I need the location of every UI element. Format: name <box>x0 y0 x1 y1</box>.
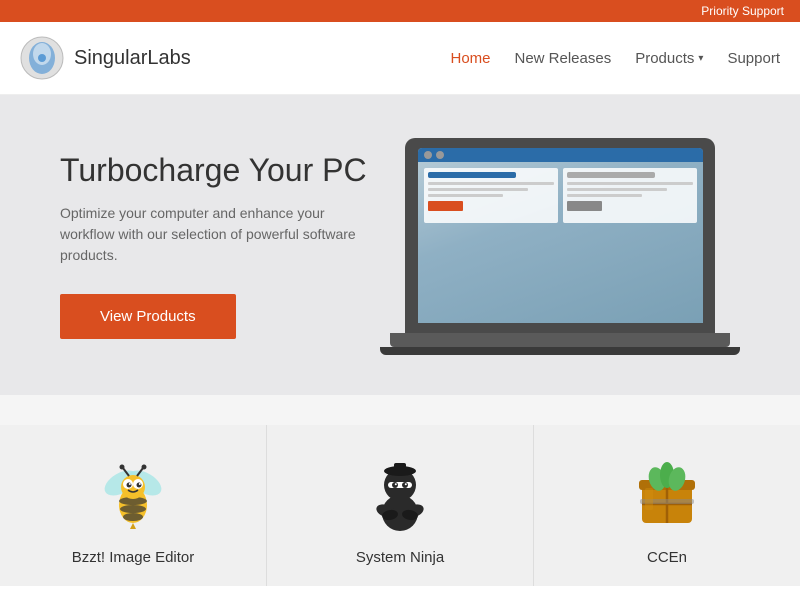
hero-content: Turbocharge Your PC Optimize your comput… <box>60 152 380 339</box>
product-card-bzzt[interactable]: Bzzt! Image Editor <box>0 425 267 586</box>
hero-laptop-image <box>380 135 740 355</box>
logo-icon <box>20 36 64 80</box>
logo-area: SingularLabs <box>20 36 450 80</box>
hero-subtitle: Optimize your computer and enhance your … <box>60 203 360 266</box>
products-grid: Bzzt! Image Editor <box>0 425 800 586</box>
product-name-system-ninja: System Ninja <box>356 549 444 566</box>
bzzt-icon <box>93 455 173 535</box>
products-section: Bzzt! Image Editor <box>0 395 800 586</box>
nav-item-support[interactable]: Support <box>727 50 780 67</box>
products-dropdown-chevron: ▾ <box>698 53 703 64</box>
logo-text: SingularLabs <box>74 47 191 70</box>
ccen-icon <box>627 455 707 535</box>
view-products-button[interactable]: View Products <box>60 294 236 339</box>
main-nav: Home New Releases Products ▾ Support <box>450 50 780 67</box>
priority-support-label: Priority Support <box>701 4 784 18</box>
product-card-system-ninja[interactable]: System Ninja <box>267 425 534 586</box>
product-card-ccen[interactable]: CCEn <box>534 425 800 586</box>
header: SingularLabs Home New Releases Products … <box>0 22 800 95</box>
top-bar: Priority Support <box>0 0 800 22</box>
hero-title: Turbocharge Your PC <box>60 152 380 189</box>
nav-item-products[interactable]: Products ▾ <box>635 50 703 67</box>
system-ninja-icon <box>360 455 440 535</box>
nav-item-home[interactable]: Home <box>450 50 490 67</box>
hero-section: Turbocharge Your PC Optimize your comput… <box>0 95 800 395</box>
product-name-bzzt: Bzzt! Image Editor <box>72 549 195 566</box>
product-name-ccen: CCEn <box>647 549 687 566</box>
nav-item-new-releases[interactable]: New Releases <box>515 50 612 67</box>
